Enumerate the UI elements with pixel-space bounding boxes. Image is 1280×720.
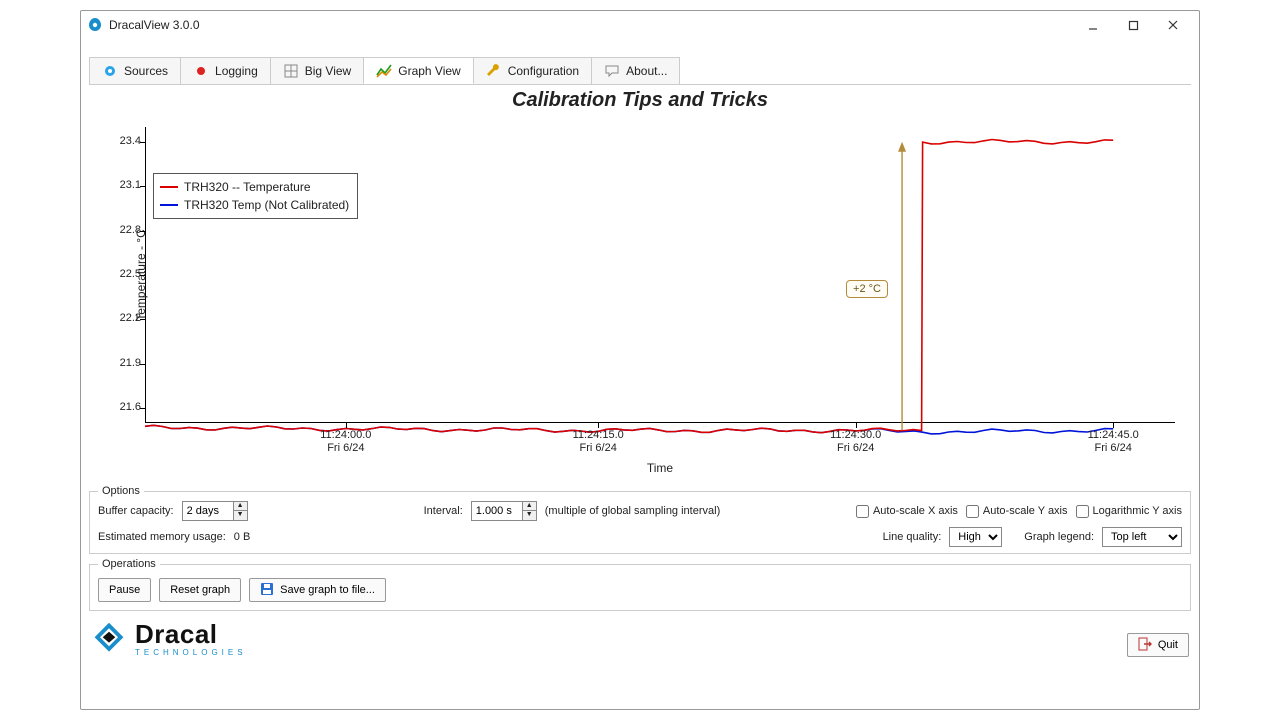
y-tick-label: 21.6 — [107, 401, 141, 413]
chart-plot: Temperature - °C Time TRH320 -- Temperat… — [145, 127, 1175, 423]
chart-region: Calibration Tips and Tricks Temperature … — [89, 85, 1191, 481]
panel-label: Options — [98, 485, 144, 497]
memory-usage-value: 0 B — [234, 531, 251, 543]
legend-label: TRH320 Temp (Not Calibrated) — [184, 198, 349, 212]
line-quality-label: Line quality: — [883, 531, 942, 543]
y-tick-label: 21.9 — [107, 357, 141, 369]
wrench-icon — [486, 63, 502, 79]
maximize-button[interactable] — [1113, 11, 1153, 39]
legend-item: TRH320 -- Temperature — [160, 178, 349, 196]
app-window: DracalView 3.0.0 Sources — [80, 10, 1200, 710]
buffer-capacity-label: Buffer capacity: — [98, 505, 174, 517]
save-graph-button[interactable]: Save graph to file... — [249, 578, 386, 602]
tab-label: Sources — [124, 64, 168, 78]
tabbar: Sources Logging Big View Graph View — [89, 57, 1191, 85]
interval-label: Interval: — [424, 505, 463, 517]
tab-label: Graph View — [398, 64, 460, 78]
pause-button[interactable]: Pause — [98, 578, 151, 602]
annotation-label: +2 °C — [846, 280, 888, 298]
close-button[interactable] — [1153, 11, 1193, 39]
tab-label: Big View — [305, 64, 351, 78]
quit-button[interactable]: Quit — [1127, 633, 1189, 657]
memory-usage-label: Estimated memory usage: — [98, 531, 226, 543]
minimize-button[interactable] — [1073, 11, 1113, 39]
log-y-checkbox[interactable]: Logarithmic Y axis — [1076, 505, 1182, 518]
legend-position-select[interactable]: Top left — [1102, 527, 1182, 547]
x-tick-label: 11:24:45.0Fri 6/24 — [1053, 429, 1173, 455]
gear-icon — [102, 63, 118, 79]
x-axis-label: Time — [145, 461, 1175, 475]
app-icon — [87, 17, 103, 33]
y-tick-label: 23.4 — [107, 135, 141, 147]
tab-logging[interactable]: Logging — [180, 57, 271, 84]
checkbox[interactable] — [966, 505, 979, 518]
chart-legend: TRH320 -- Temperature TRH320 Temp (Not C… — [153, 173, 358, 219]
panel-label: Operations — [98, 558, 160, 570]
checkbox[interactable] — [856, 505, 869, 518]
titlebar: DracalView 3.0.0 — [81, 11, 1199, 39]
legend-label: TRH320 -- Temperature — [184, 180, 311, 194]
x-tick-label: 11:24:30.0Fri 6/24 — [796, 429, 916, 455]
reset-graph-button[interactable]: Reset graph — [159, 578, 241, 602]
options-panel: Options Buffer capacity: ▲▼ Interval: ▲▼… — [89, 485, 1191, 554]
x-tick-label: 11:24:00.0Fri 6/24 — [286, 429, 406, 455]
interval-stepper[interactable]: ▲▼ — [471, 501, 537, 521]
autoscale-x-checkbox[interactable]: Auto-scale X axis — [856, 505, 958, 518]
y-tick-label: 23.1 — [107, 179, 141, 191]
step-up-icon[interactable]: ▲ — [523, 502, 536, 511]
tab-label: Configuration — [508, 64, 579, 78]
line-quality-select[interactable]: High — [949, 527, 1002, 547]
logo-icon — [91, 621, 127, 657]
tab-about[interactable]: About... — [591, 57, 680, 84]
x-tick-label: 11:24:15.0Fri 6/24 — [538, 429, 658, 455]
buffer-capacity-stepper[interactable]: ▲▼ — [182, 501, 248, 521]
legend-item: TRH320 Temp (Not Calibrated) — [160, 196, 349, 214]
y-tick-label: 22.5 — [107, 268, 141, 280]
y-tick-label: 22.8 — [107, 224, 141, 236]
tab-sources[interactable]: Sources — [89, 57, 181, 84]
save-icon — [260, 582, 274, 599]
interval-input[interactable] — [472, 502, 522, 520]
speech-icon — [604, 63, 620, 79]
legend-position-label: Graph legend: — [1024, 531, 1094, 543]
window-title: DracalView 3.0.0 — [109, 18, 200, 32]
exit-icon — [1138, 637, 1152, 654]
step-down-icon[interactable]: ▼ — [234, 511, 247, 520]
tab-graphview[interactable]: Graph View — [363, 57, 473, 84]
step-down-icon[interactable]: ▼ — [523, 511, 536, 520]
chart-icon — [376, 63, 392, 79]
buffer-capacity-input[interactable] — [183, 502, 233, 520]
tab-configuration[interactable]: Configuration — [473, 57, 592, 84]
operations-panel: Operations Pause Reset graph Save graph … — [89, 558, 1191, 611]
checkbox[interactable] — [1076, 505, 1089, 518]
grid-icon — [283, 63, 299, 79]
interval-hint: (multiple of global sampling interval) — [545, 505, 720, 517]
chart-title: Calibration Tips and Tricks — [89, 89, 1191, 112]
record-icon — [193, 63, 209, 79]
step-up-icon[interactable]: ▲ — [234, 502, 247, 511]
autoscale-y-checkbox[interactable]: Auto-scale Y axis — [966, 505, 1068, 518]
tab-label: Logging — [215, 64, 258, 78]
tab-bigview[interactable]: Big View — [270, 57, 364, 84]
y-tick-label: 22.2 — [107, 312, 141, 324]
tab-label: About... — [626, 64, 667, 78]
brand-logo: Dracal TECHNOLOGIES — [91, 621, 247, 657]
